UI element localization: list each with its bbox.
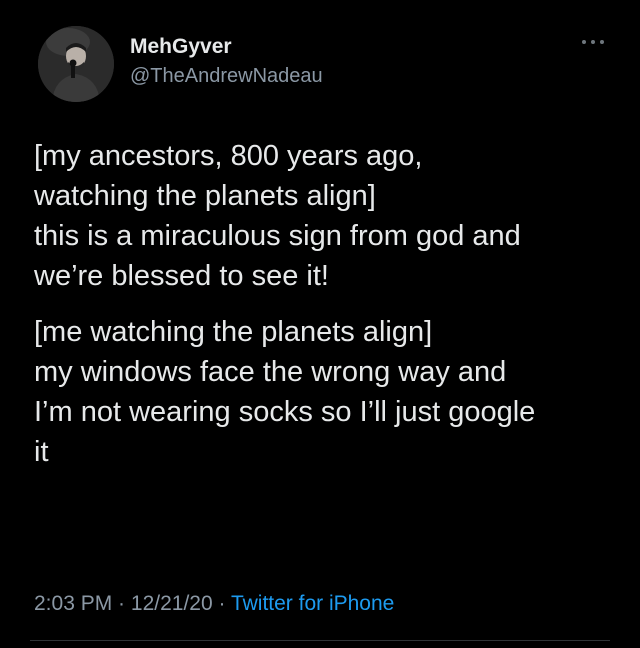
tweet-line: [my ancestors, 800 years ago, bbox=[34, 140, 423, 172]
meta-separator: · bbox=[112, 592, 131, 615]
more-horizontal-icon[interactable] bbox=[582, 38, 604, 46]
dot bbox=[591, 40, 595, 44]
meta-separator: · bbox=[212, 592, 231, 615]
author-info: MehGyver @TheAndrewNadeau bbox=[130, 34, 323, 90]
tweet-card: MehGyver @TheAndrewNadeau [my ancestors,… bbox=[0, 0, 640, 648]
tweet-line: my windows face the wrong way and bbox=[34, 356, 507, 388]
tweet-source-link[interactable]: Twitter for iPhone bbox=[231, 592, 394, 615]
avatar-image bbox=[38, 26, 114, 102]
tweet-text: [my ancestors, 800 years ago, watching t… bbox=[34, 136, 624, 472]
tweet-line: I’m not wearing socks so I’ll just googl… bbox=[34, 396, 536, 428]
tweet-time[interactable]: 2:03 PM bbox=[34, 592, 112, 615]
tweet-meta: 2:03 PM · 12/21/20 · Twitter for iPhone bbox=[34, 590, 394, 618]
tweet-paragraph: [me watching the planets align] my windo… bbox=[34, 312, 624, 472]
tweet-line: watching the planets align] bbox=[34, 180, 376, 212]
avatar[interactable] bbox=[38, 26, 114, 102]
dot bbox=[582, 40, 586, 44]
dot bbox=[600, 40, 604, 44]
tweet-line: it bbox=[34, 436, 49, 468]
divider bbox=[30, 640, 610, 641]
tweet-line: we’re blessed to see it! bbox=[34, 260, 329, 292]
display-name[interactable]: MehGyver bbox=[130, 34, 323, 60]
tweet-line: [me watching the planets align] bbox=[34, 316, 433, 348]
tweet-date[interactable]: 12/21/20 bbox=[131, 592, 213, 615]
user-handle[interactable]: @TheAndrewNadeau bbox=[130, 62, 323, 90]
tweet-line: this is a miraculous sign from god and bbox=[34, 220, 521, 252]
tweet-paragraph: [my ancestors, 800 years ago, watching t… bbox=[34, 136, 624, 296]
